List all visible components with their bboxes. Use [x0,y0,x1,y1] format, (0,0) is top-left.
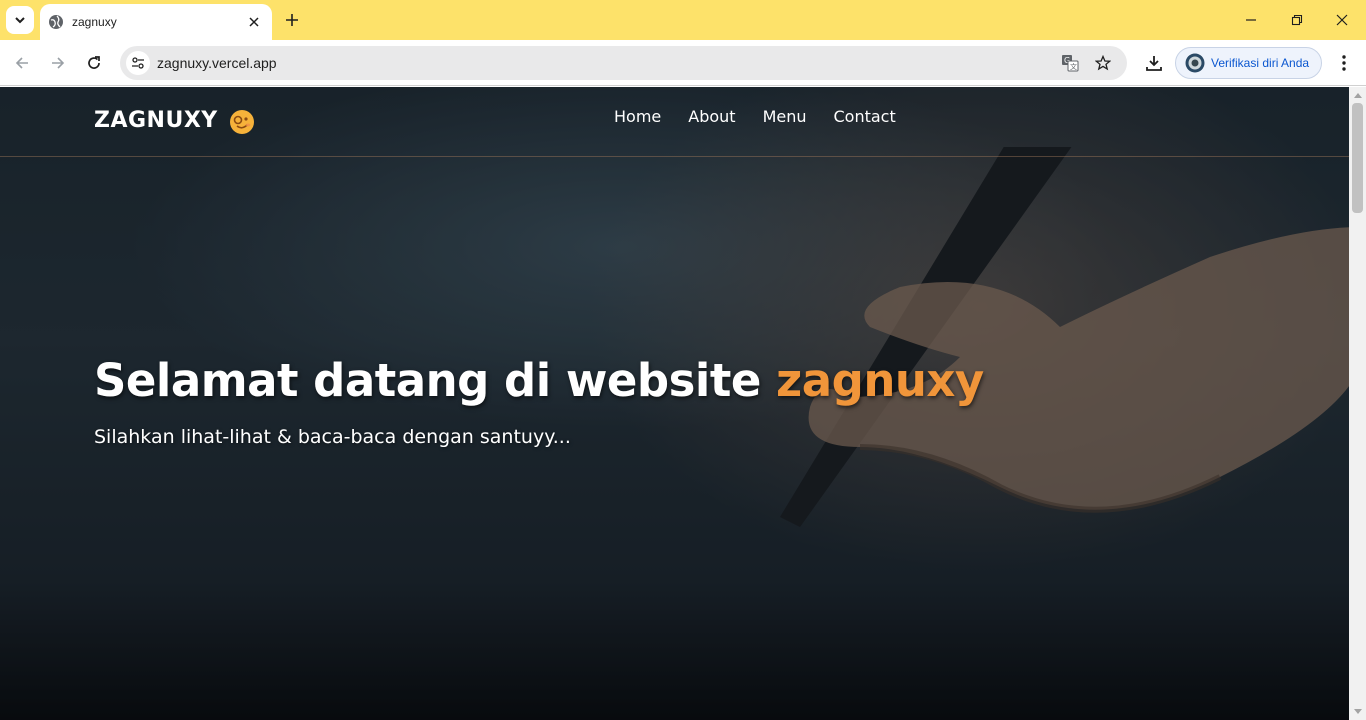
svg-text:文: 文 [1070,62,1077,71]
site-nav-links: Home About Menu Contact [614,107,896,126]
site-info-icon [132,57,144,69]
reload-icon [88,56,100,69]
address-bar[interactable]: zagnuxy.vercel.app G文 [120,46,1127,80]
restore-button[interactable] [1282,8,1312,32]
tab-search-icon [15,17,25,24]
nav-about-link[interactable]: About [688,107,735,126]
avatar [1185,53,1205,73]
translate-icon: G文 [1062,55,1079,72]
url-text[interactable]: zagnuxy.vercel.app [157,55,277,71]
translate-button[interactable]: G文 [1058,51,1082,75]
window-close-icon [1336,14,1348,26]
minimize-button[interactable] [1236,8,1266,32]
restore-icon [1291,14,1303,26]
emoji-icon [230,110,254,134]
tab-title: zagnuxy [72,15,117,29]
hero-title-main: Selamat datang di website [94,354,777,407]
profile-label: Verifikasi diri Anda [1211,56,1310,70]
back-icon [15,57,28,69]
site-logo[interactable]: ZAGNUXY [94,108,218,133]
scroll-down-arrow[interactable] [1353,707,1362,716]
browser-menu-button[interactable] [1330,49,1358,77]
hero-title-accent: zagnuxy [776,354,984,407]
download-button[interactable] [1140,49,1168,77]
site-info-button[interactable] [126,51,150,75]
page-scrollbar[interactable] [1349,87,1366,720]
new-tab-button[interactable] [280,8,304,32]
tab-bar: zagnuxy [0,0,1366,40]
minimize-icon [1246,19,1256,21]
profile-chip[interactable]: Verifikasi diri Anda [1175,47,1322,79]
plus-icon [286,14,298,26]
download-icon [1146,56,1162,71]
close-icon[interactable] [244,12,264,32]
tab-search-button[interactable] [6,6,34,34]
globe-icon [48,14,64,30]
hero-title: Selamat datang di website zagnuxy [94,354,984,407]
star-icon [1095,55,1111,71]
reload-button[interactable] [80,49,108,77]
bookmark-button[interactable] [1091,51,1115,75]
browser-tab[interactable]: zagnuxy [40,4,272,40]
page-viewport: ZAGNUXY Home About Menu Contact Selamat … [0,87,1349,720]
site-navbar: ZAGNUXY Home About Menu Contact [0,87,1349,157]
nav-contact-link[interactable]: Contact [834,107,896,126]
nav-home-link[interactable]: Home [614,107,661,126]
menu-icon [1342,55,1346,71]
browser-toolbar: zagnuxy.vercel.app G文 Verifikasi diri An… [0,40,1366,86]
scroll-thumb[interactable] [1352,103,1363,213]
back-button[interactable] [8,49,36,77]
forward-button[interactable] [44,49,72,77]
scroll-up-arrow[interactable] [1353,91,1362,100]
window-close-button[interactable] [1327,8,1357,32]
nav-menu-link[interactable]: Menu [763,107,807,126]
hero-subtitle: Silahkan lihat-lihat & baca-baca dengan … [94,426,571,448]
forward-icon [52,57,65,69]
